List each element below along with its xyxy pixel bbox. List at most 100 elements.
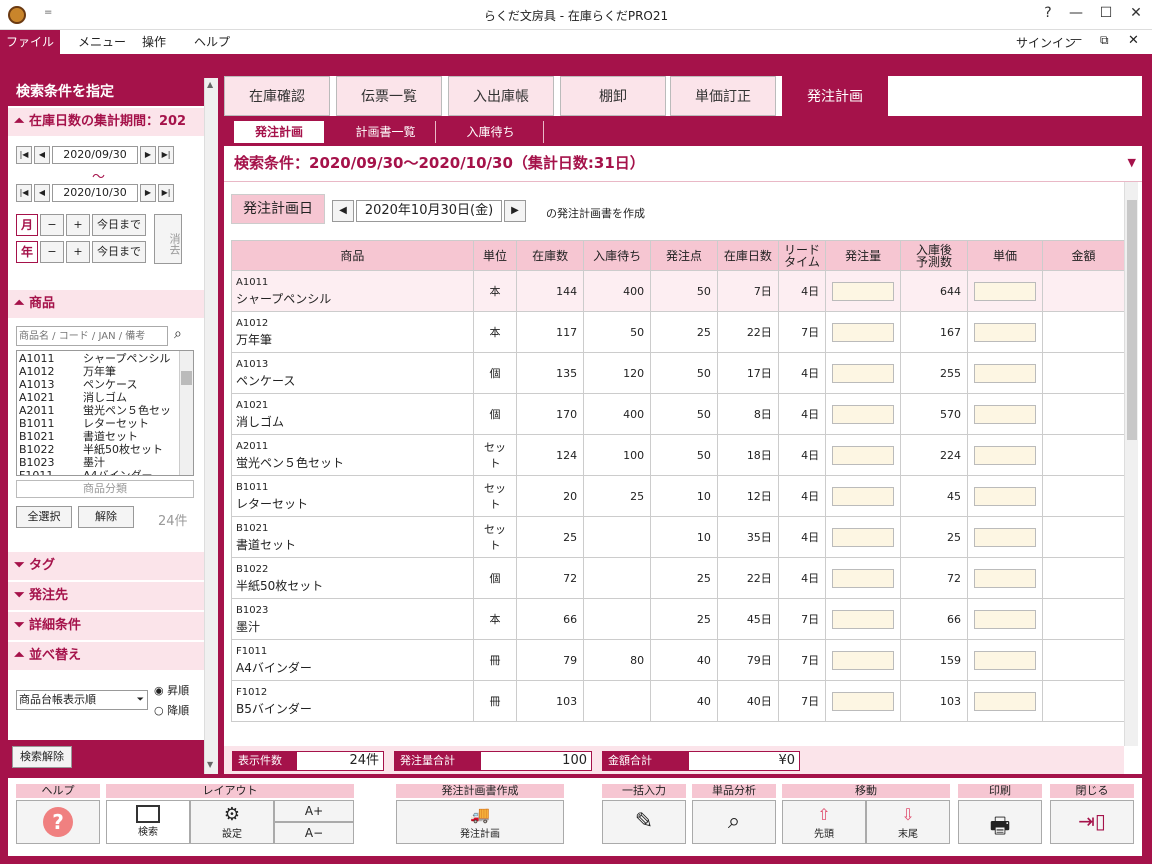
menu-minimize-button[interactable]: — (1070, 32, 1082, 46)
tab-price[interactable]: 単価訂正 (670, 76, 776, 116)
detail-section-header[interactable]: ⏷ 詳細条件 (8, 612, 204, 640)
product-list-item[interactable]: A2011 蛍光ペン５色セッ (19, 404, 179, 417)
supplier-section-header[interactable]: ⏷ 発注先 (8, 582, 204, 610)
unit-price-input[interactable] (974, 281, 1037, 301)
date-from-field[interactable]: 2020/09/30 (52, 146, 138, 164)
column-header[interactable]: 入庫後 予測数 (900, 240, 969, 271)
order-qty-input[interactable] (832, 404, 895, 424)
unit-price-input[interactable] (974, 363, 1037, 383)
plan-date-field[interactable]: 2020年10月30日(金) (356, 200, 502, 222)
order-qty-input[interactable] (832, 568, 895, 588)
clear-date-button[interactable]: 消去 (154, 214, 182, 264)
unit-price-input[interactable] (974, 691, 1037, 711)
scroll-down-icon[interactable]: ▼ (207, 760, 213, 769)
product-list-item[interactable]: A1021 消しゴム (19, 391, 179, 404)
plan-date-next-button[interactable]: ▶ (504, 200, 526, 222)
signin-link[interactable]: サインイン (1016, 34, 1076, 51)
year-today-button[interactable]: 今日まで (92, 241, 146, 263)
order-qty-input[interactable] (832, 650, 895, 670)
tab-order-plan[interactable]: 発注計画 (782, 76, 888, 116)
product-list[interactable]: A1011 シャープペンシル A1012 万年筆 A1013 ペンケース A1021 消しゴム… (16, 350, 194, 476)
order-qty-input[interactable] (832, 281, 895, 301)
move-first-button[interactable]: ⇧ 先頭 (782, 800, 866, 844)
unit-price-input[interactable] (974, 609, 1037, 629)
desc-radio[interactable]: ○ 降順 (154, 702, 189, 718)
last-date-from-button[interactable]: ▶| (158, 146, 174, 164)
expand-icon[interactable]: ▼ (1128, 146, 1136, 180)
menu-menu[interactable]: メニュー (66, 30, 138, 54)
grid-vertical-scrollbar[interactable] (1124, 182, 1138, 746)
subtab-waiting[interactable]: 入庫待ち (438, 121, 544, 143)
table-row[interactable]: A1013 ペンケース 個 135 120 50 17日 4日 255 (231, 352, 1125, 394)
tab-inventory[interactable]: 棚卸 (560, 76, 666, 116)
unit-price-input[interactable] (974, 404, 1037, 424)
unit-price-input[interactable] (974, 486, 1037, 506)
column-header[interactable]: リード タイム (777, 240, 827, 271)
year-minus-button[interactable]: − (40, 241, 64, 263)
create-plan-button[interactable]: 🚚 発注計画 (396, 800, 564, 844)
table-row[interactable]: B1021 書道セット セット 25 10 35日 4日 25 (231, 516, 1125, 558)
order-qty-input[interactable] (832, 445, 895, 465)
table-row[interactable]: B1011 レターセット セット 20 25 10 12日 4日 45 (231, 475, 1125, 517)
product-list-item[interactable]: A1011 シャープペンシル (19, 352, 179, 365)
column-header[interactable]: 入庫待ち (583, 240, 652, 271)
product-list-item[interactable]: B1021 書道セット (19, 430, 179, 443)
year-plus-button[interactable]: + (66, 241, 90, 263)
first-date-from-button[interactable]: |◀ (16, 146, 32, 164)
product-list-item[interactable]: B1022 半紙50枚セット (19, 443, 179, 456)
tag-section-header[interactable]: ⏷ タグ (8, 552, 204, 580)
unit-price-input[interactable] (974, 527, 1037, 547)
release-button[interactable]: 解除 (78, 506, 134, 528)
font-smaller-button[interactable]: A− (274, 822, 354, 844)
select-all-button[interactable]: 全選択 (16, 506, 72, 528)
unit-price-input[interactable] (974, 322, 1037, 342)
search-icon[interactable]: ⌕ (174, 326, 182, 342)
menu-restore-button[interactable]: ⧉ (1100, 33, 1109, 48)
table-row[interactable]: A2011 蛍光ペン５色セット セット 124 100 50 18日 4日 224 (231, 434, 1125, 476)
column-header[interactable]: 発注量 (825, 240, 902, 271)
menu-help[interactable]: ヘルプ (182, 30, 242, 54)
month-minus-button[interactable]: − (40, 214, 64, 236)
reset-search-button[interactable]: 検索解除 (12, 746, 72, 768)
sort-select[interactable]: 商品台帳表示順 ⏷ (16, 690, 148, 710)
analysis-button[interactable]: ⌕ (692, 800, 776, 844)
next-date-to-button[interactable]: ▶ (140, 184, 156, 202)
last-date-to-button[interactable]: ▶| (158, 184, 174, 202)
column-header[interactable]: 単位 (472, 240, 518, 271)
column-header[interactable]: 金額 (1042, 240, 1125, 271)
subtab-plan[interactable]: 発注計画 (234, 121, 324, 143)
prev-date-from-button[interactable]: ◀ (34, 146, 50, 164)
column-header[interactable]: 在庫日数 (716, 240, 779, 271)
move-last-button[interactable]: ⇩ 末尾 (866, 800, 950, 844)
table-row[interactable]: A1011 シャープペンシル 本 144 400 50 7日 4日 644 (231, 270, 1125, 312)
plan-date-prev-button[interactable]: ◀ (332, 200, 354, 222)
product-list-item[interactable]: B1023 墨汁 (19, 456, 179, 469)
close-screen-button[interactable]: ⇥▯ (1050, 800, 1134, 844)
menu-operation[interactable]: 操作 (130, 30, 178, 54)
product-list-scrollbar[interactable] (179, 351, 193, 475)
maximize-button[interactable]: ☐ (1094, 5, 1118, 21)
product-list-item[interactable]: B1011 レターセット (19, 417, 179, 430)
table-row[interactable]: B1022 半紙50枚セット個 72 25 22日 4日 72 (231, 557, 1125, 599)
table-row[interactable]: A1021 消しゴム 個 170 400 50 8日 4日 570 (231, 393, 1125, 435)
order-qty-input[interactable] (832, 527, 895, 547)
grid-vscroll-thumb[interactable] (1127, 200, 1137, 440)
help-icon[interactable]: ? (1036, 5, 1060, 21)
table-row[interactable]: F1012 B5バインダー冊 103 40 40日 7日 103 (231, 680, 1125, 722)
unit-price-input[interactable] (974, 650, 1037, 670)
table-row[interactable]: B1023 墨汁本 66 25 45日 7日 66 (231, 598, 1125, 640)
tab-stock[interactable]: 在庫確認 (224, 76, 330, 116)
column-header[interactable]: 在庫数 (516, 240, 585, 271)
order-qty-input[interactable] (832, 486, 895, 506)
scroll-up-icon[interactable]: ▲ (207, 80, 213, 89)
product-list-thumb[interactable] (181, 371, 192, 385)
table-row[interactable]: F1011 A4バインダー 冊 79 80 40 79日 7日 159 (231, 639, 1125, 681)
order-qty-input[interactable] (832, 691, 895, 711)
minimize-button[interactable]: — (1064, 5, 1088, 21)
unit-price-input[interactable] (974, 568, 1037, 588)
order-qty-input[interactable] (832, 609, 895, 629)
menu-close-button[interactable]: ✕ (1128, 33, 1139, 48)
tab-slips[interactable]: 伝票一覧 (336, 76, 442, 116)
column-header[interactable]: 発注点 (650, 240, 718, 271)
menu-file[interactable]: ファイル (0, 30, 60, 54)
